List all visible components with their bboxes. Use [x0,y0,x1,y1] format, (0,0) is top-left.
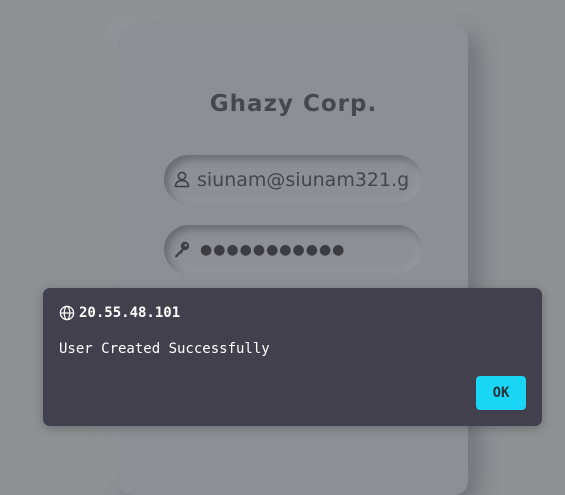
alert-dialog: 20.55.48.101 User Created Successfully O… [43,288,542,426]
dialog-origin: 20.55.48.101 [59,304,180,322]
globe-icon [59,305,75,321]
ok-button[interactable]: OK [476,376,526,410]
page-title: Ghazy Corp. [209,91,378,117]
user-icon [174,171,190,188]
key-icon [175,241,190,258]
email-field-container [164,155,422,204]
email-input[interactable] [197,155,413,204]
password-input[interactable] [200,225,416,274]
dialog-origin-text: 20.55.48.101 [79,305,181,321]
password-field-container [164,225,422,274]
dialog-message: User Created Successfully [59,341,270,357]
